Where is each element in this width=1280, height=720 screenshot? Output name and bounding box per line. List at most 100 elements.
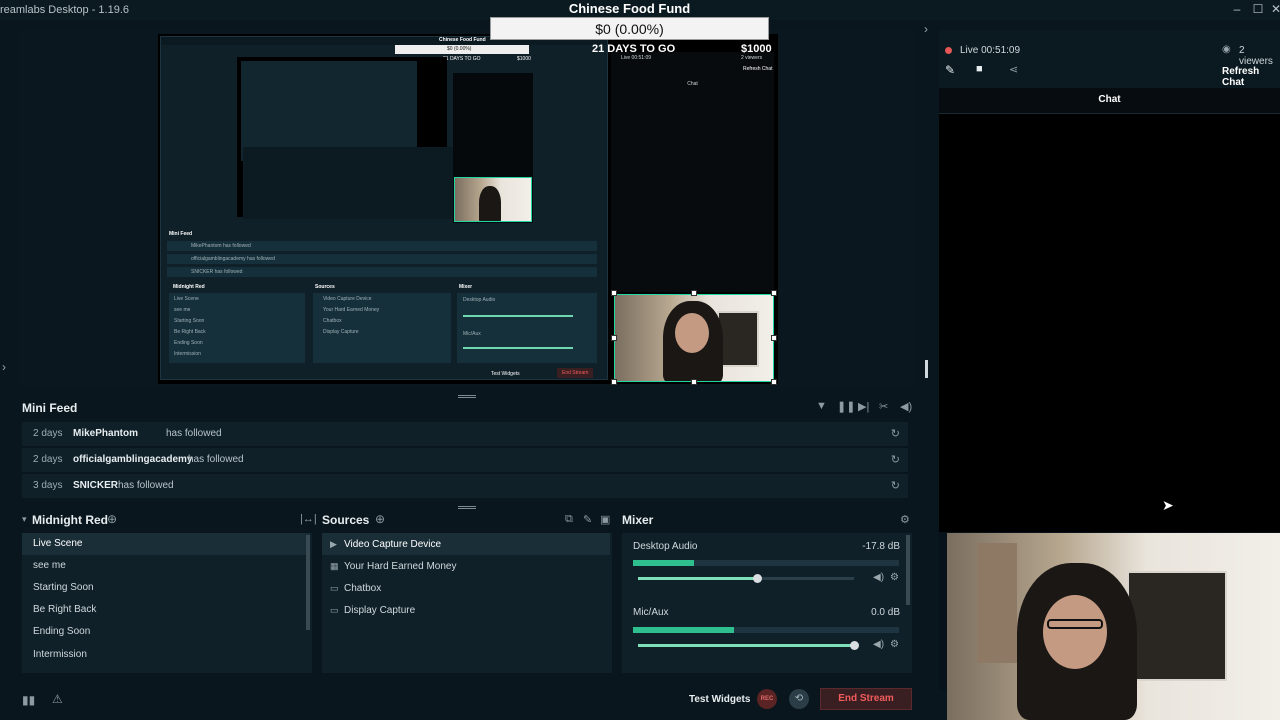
source-item[interactable]: ▭ Display Capture	[322, 599, 610, 621]
scene-item-ending-soon[interactable]: Ending Soon	[22, 621, 310, 643]
refresh-chat-button[interactable]: Refresh Chat	[1222, 66, 1280, 88]
audio-meter-fill	[633, 627, 735, 633]
resize-handle[interactable]	[611, 379, 617, 385]
minimize-button[interactable]: –	[1229, 2, 1245, 16]
nested-fund-amount: $0 (0.00%)	[447, 46, 472, 52]
drag-handle[interactable]	[458, 395, 476, 398]
scene-item-live-scene[interactable]: Live Scene	[22, 533, 310, 555]
mixer-panel	[622, 533, 912, 673]
source-label: Your Hard Earned Money	[344, 561, 457, 572]
replay-icon[interactable]: ↻	[891, 479, 900, 492]
chat-messages[interactable]	[939, 114, 1280, 532]
mixer-scrollbar[interactable]	[906, 535, 910, 605]
volume-slider[interactable]	[638, 574, 854, 583]
volume-slider-knob[interactable]	[850, 641, 859, 650]
nested-fund-title: Chinese Food Fund	[439, 37, 486, 43]
edit-icon[interactable]: ✎	[945, 63, 955, 77]
add-source-icon[interactable]: ⊕	[375, 512, 385, 526]
volume-slider[interactable]	[638, 641, 859, 650]
mixer-channel-name: Desktop Audio	[633, 541, 698, 552]
speaker-icon[interactable]: ◀)	[873, 639, 884, 650]
pause-icon[interactable]: ❚❚	[837, 400, 855, 413]
nested-live-time: Live 00:51:09	[621, 55, 652, 61]
live-timer: Live 00:51:09	[960, 45, 1021, 56]
close-button[interactable]: ✕	[1268, 2, 1280, 16]
stats-icon[interactable]: ▮▮	[22, 693, 35, 707]
source-item[interactable]: ▭ Chatbox	[322, 577, 610, 599]
chat-toolbar: Live 00:51:09 ◉ 2 viewers ✎ ■ ⋖ Refresh …	[939, 30, 1280, 88]
mixer-channel-db: -17.8 dB	[862, 541, 900, 552]
nested-scene-item: Starting Soon	[174, 318, 205, 324]
replay-icon[interactable]: ↻	[891, 427, 900, 440]
source-filter-icon[interactable]: ✎	[583, 513, 592, 526]
replay-icon[interactable]: ↻	[891, 453, 900, 466]
webcam-source-selected[interactable]	[614, 294, 774, 382]
source-image-icon[interactable]: ▣	[600, 513, 610, 526]
nested-scene-item: Live Scene	[174, 296, 199, 302]
chevron-right-icon[interactable]: ›	[924, 22, 928, 36]
chat-icon: ▭	[330, 583, 339, 593]
resize-handle[interactable]	[771, 379, 777, 385]
fund-title: Chinese Food Fund	[568, 1, 691, 16]
volume-slider-fill	[638, 577, 757, 580]
app-title: reamlabs Desktop - 1.19.6	[0, 4, 130, 16]
chevron-right-icon[interactable]: ›	[2, 360, 6, 374]
skip-icon[interactable]: ▶|	[858, 400, 869, 413]
nested-minifeed-title: Mini Feed	[169, 231, 193, 237]
nested-refresh-chat: Refresh Chat	[743, 66, 773, 72]
mute-alerts-icon[interactable]: ✂	[879, 400, 888, 413]
resize-handle[interactable]	[771, 290, 777, 296]
scene-item-intermission[interactable]: Intermission	[22, 644, 310, 666]
scenes-scrollbar[interactable]	[306, 535, 310, 630]
resize-handle[interactable]	[611, 335, 617, 341]
webcam-overlay	[947, 533, 1280, 720]
feed-age: 2 days	[33, 428, 63, 439]
widget-icon: ▦	[330, 561, 339, 571]
channel-gear-icon[interactable]: ⚙	[890, 572, 899, 583]
resize-handle[interactable]	[611, 290, 617, 296]
resize-handle[interactable]	[771, 335, 777, 341]
nested-scene-item: Ending Soon	[174, 340, 203, 346]
nested-fund-days: 21 DAYS TO GO	[443, 56, 481, 62]
resize-handle[interactable]	[691, 290, 697, 296]
alert-icon[interactable]: ⚠	[52, 692, 63, 706]
drag-handle[interactable]	[458, 506, 476, 509]
nested-source-item: Your Hard Earned Money	[323, 307, 380, 313]
source-item[interactable]: ▶ Video Capture Device	[322, 533, 610, 555]
scene-item-see-me[interactable]: see me	[22, 555, 310, 577]
add-scene-icon[interactable]: ⊕	[107, 512, 117, 526]
viewer-count: 2 viewers	[1239, 45, 1273, 67]
mixer-channel-name: Mic/Aux	[633, 607, 669, 618]
replay-buffer-button[interactable]: ⟲	[789, 689, 809, 709]
nested-desktop-audio: Desktop Audio	[463, 297, 496, 303]
maximize-button[interactable]: ☐	[1250, 2, 1266, 16]
eye-icon: ◉	[1222, 44, 1231, 55]
mixer-settings-gear-icon[interactable]: ⚙	[900, 513, 910, 526]
camera-icon: ▶	[330, 539, 337, 549]
filter-icon[interactable]: ▼	[816, 400, 827, 412]
channel-gear-icon[interactable]: ⚙	[890, 639, 899, 650]
end-stream-button[interactable]: End Stream	[820, 688, 912, 710]
volume-icon[interactable]: ◀)	[900, 400, 912, 413]
nested-source-item: Chatbox	[323, 318, 342, 324]
scene-collection-title[interactable]: Midnight Red	[32, 513, 108, 527]
share-icon[interactable]: ⋖	[1009, 63, 1018, 76]
camera-icon[interactable]: ■	[976, 63, 983, 75]
collapse-icon[interactable]: ▾	[22, 514, 27, 525]
source-item[interactable]: ▦ Your Hard Earned Money	[322, 555, 610, 577]
speaker-icon[interactable]: ◀)	[873, 572, 884, 583]
nested-end-stream: End Stream	[562, 370, 589, 376]
scene-item-be-right-back[interactable]: Be Right Back	[22, 599, 310, 621]
audio-meter	[633, 560, 899, 566]
panel-resize-handle[interactable]	[925, 360, 928, 378]
test-widgets-button[interactable]: Test Widgets	[689, 694, 750, 705]
transition-icon[interactable]: |↔|	[300, 513, 317, 525]
volume-slider-knob[interactable]	[752, 574, 762, 583]
chat-title: Chat	[1098, 94, 1121, 105]
scene-item-starting-soon[interactable]: Starting Soon	[22, 577, 310, 599]
record-button[interactable]: REC	[757, 689, 777, 709]
resize-handle[interactable]	[691, 379, 697, 385]
feed-action: has followed	[118, 480, 174, 491]
feed-user: MikePhantom	[73, 428, 139, 439]
source-folder-icon[interactable]: ⧉	[565, 513, 573, 526]
